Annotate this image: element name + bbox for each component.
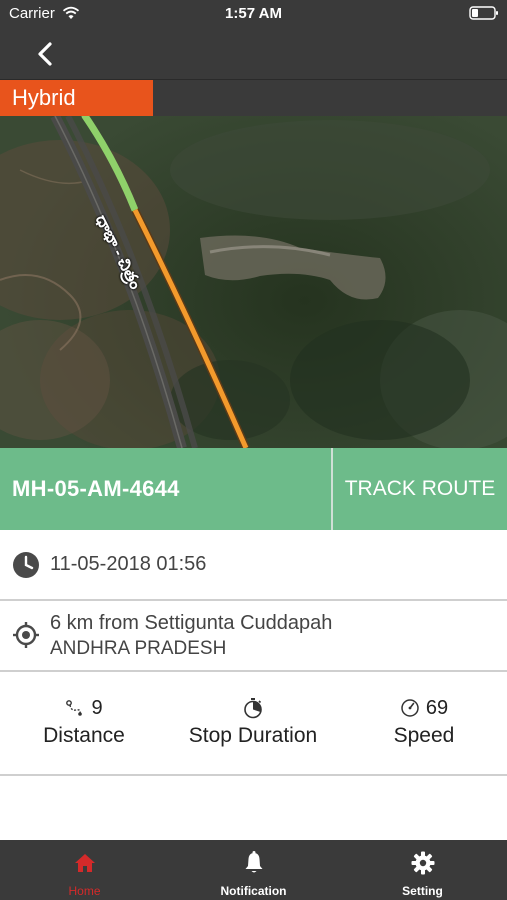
track-route-button[interactable]: TRACK ROUTE xyxy=(333,448,507,530)
location-address: 6 km from Settigunta Cuddapah xyxy=(50,612,333,634)
stats-row: 9 Distance Stop Duration 69 Speed xyxy=(0,672,507,776)
tab-setting[interactable]: Setting xyxy=(338,840,507,900)
speedometer-icon xyxy=(401,699,419,717)
map-type-button[interactable]: Hybrid xyxy=(0,80,153,116)
back-button[interactable] xyxy=(28,36,64,72)
distance-label: Distance xyxy=(43,724,125,747)
location-state: ANDHRA PRADESH xyxy=(50,638,227,659)
tab-notification[interactable]: Notification xyxy=(169,840,338,900)
tab-home[interactable]: Home xyxy=(0,840,169,900)
gear-icon xyxy=(411,851,435,875)
satellite-map[interactable]: Hybrid ధాభా - చిత్రం xyxy=(0,80,507,448)
speed-stat: 69 Speed xyxy=(380,694,468,748)
speed-value: 69 xyxy=(425,696,449,719)
vehicle-number: MH-05-AM-4644 xyxy=(12,476,180,501)
target-icon xyxy=(13,622,39,648)
tab-bar: Home Notification Setting xyxy=(0,840,507,900)
timestamp-row: 11-05-2018 01:56 xyxy=(0,530,507,601)
battery-icon xyxy=(469,6,498,20)
nav-bar xyxy=(0,28,507,80)
route-icon xyxy=(66,700,83,716)
status-bar: Carrier 1:57 AM xyxy=(0,0,507,28)
stop-duration-label: Stop Duration xyxy=(188,724,318,747)
tab-home-label: Home xyxy=(68,884,101,898)
distance-value: 9 xyxy=(91,696,103,719)
clock-icon xyxy=(13,552,39,578)
tab-setting-label: Setting xyxy=(402,884,443,898)
vehicle-bar: MH-05-AM-4644 TRACK ROUTE xyxy=(0,448,507,530)
distance-stat: 9 Distance xyxy=(32,694,136,748)
chevron-left-icon xyxy=(38,42,52,66)
map-imagery xyxy=(0,80,507,448)
tab-notification-label: Notification xyxy=(220,884,287,898)
bell-icon xyxy=(245,851,263,873)
clock-time: 1:57 AM xyxy=(225,5,282,22)
stop-duration-stat: Stop Duration xyxy=(170,694,336,748)
map-type-bar: Hybrid xyxy=(0,80,507,116)
timestamp: 11-05-2018 01:56 xyxy=(50,553,207,575)
speed-label: Speed xyxy=(393,724,455,747)
location-row: 6 km from Settigunta Cuddapah ANDHRA PRA… xyxy=(0,601,507,672)
home-icon xyxy=(75,854,95,872)
stopwatch-icon xyxy=(244,698,262,719)
